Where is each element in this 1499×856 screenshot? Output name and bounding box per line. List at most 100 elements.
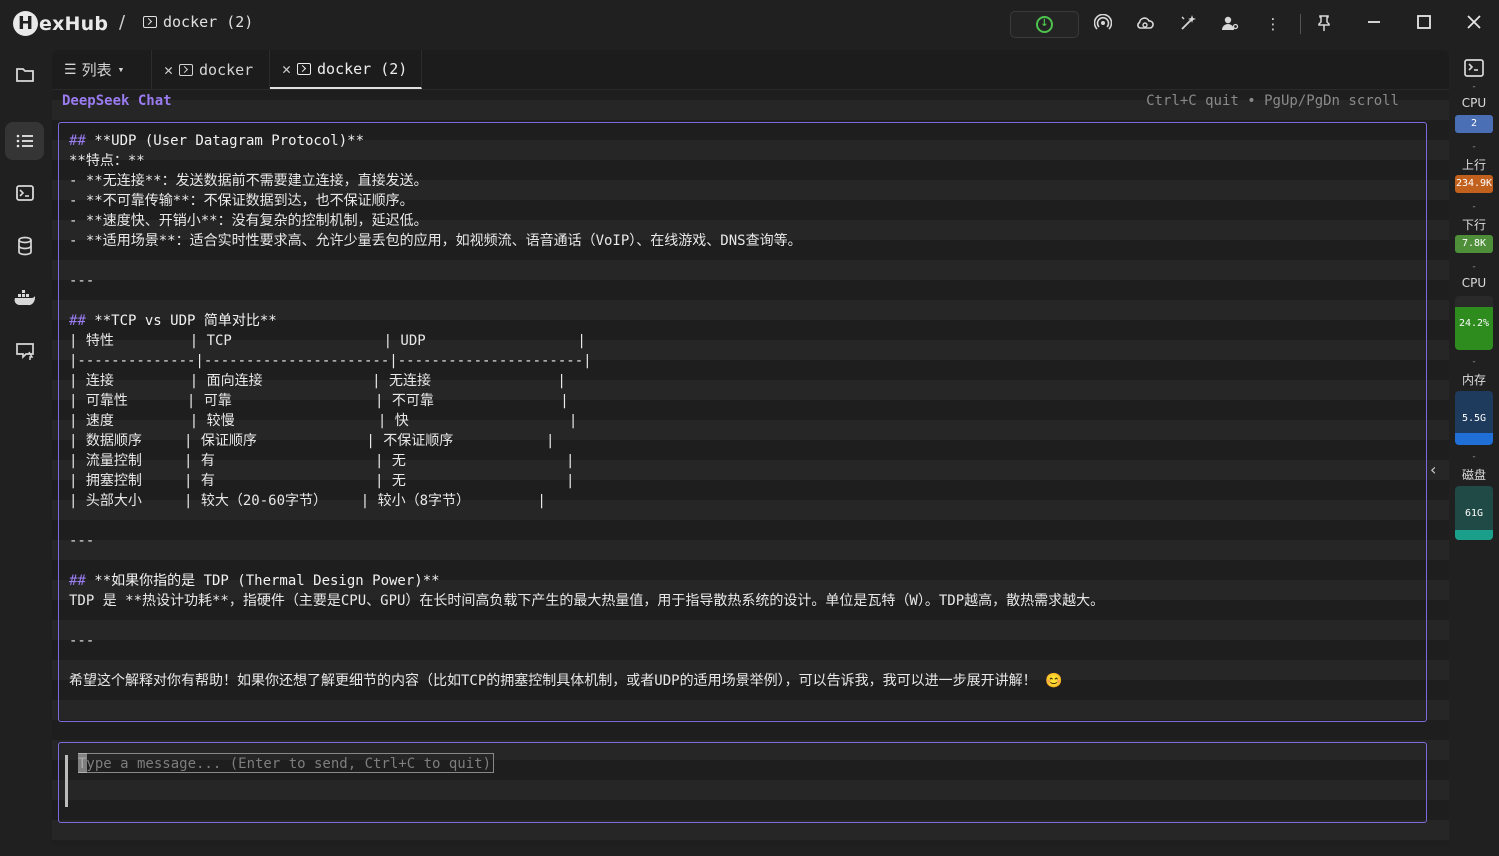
chat-line-text: **如果你指的是 TDP (Thermal Design Power)** (85, 573, 440, 589)
chat-line-text: | 头部大小 | 较大（20-60字节） | 较小（8字节） | (69, 493, 546, 509)
tab-bar: ☰ 列表 ▾ ✕ docker ✕ docker (2) (52, 50, 1449, 90)
cloud-sync-icon[interactable] (1135, 14, 1155, 34)
cpu-usage-meter: 24.2% (1455, 296, 1493, 350)
logo-mark: H (13, 11, 38, 36)
chat-line-text: | 速度 | 较慢 | 快 | (69, 413, 578, 429)
chat-line: 希望这个解释对你有帮助！如果你还想了解更细节的内容（比如TCP的拥塞控制具体机制… (69, 671, 1062, 691)
text-cursor (78, 753, 87, 773)
collapse-sidebar-chevron-icon[interactable]: ‹ (1430, 460, 1436, 479)
main-panel: ☰ 列表 ▾ ✕ docker ✕ docker (2) DeepSeek Ch… (52, 50, 1449, 846)
download-update-icon: ↓ (1036, 16, 1053, 33)
upload-badge: 234.9K (1455, 175, 1493, 193)
chat-line: --- (69, 631, 94, 651)
chat-line-text: **特点：** (69, 153, 145, 169)
cpu-cores-label: CPU (1461, 96, 1487, 110)
cpu-usage-value: 24.2% (1458, 317, 1490, 329)
terminal-icon[interactable] (5, 174, 44, 212)
terminal-row-stripe (52, 820, 1449, 840)
terminal-icon[interactable] (1464, 59, 1484, 81)
chat-line: | 连接 | 面向连接 | 无连接 | (69, 371, 566, 391)
download-label: 下行 (1461, 218, 1486, 232)
chat-line-text: | 拥塞控制 | 有 | 无 | (69, 473, 575, 489)
chat-heading-line: ## **如果你指的是 TDP (Thermal Design Power)** (69, 571, 440, 591)
close-window-button[interactable] (1462, 12, 1486, 36)
stat-divider: - (1472, 452, 1476, 462)
cpu-usage-label: CPU (1461, 276, 1487, 290)
terminal-view[interactable]: DeepSeek Chat Ctrl+C quit • PgUp/PgDn sc… (52, 90, 1449, 846)
maximize-button[interactable] (1412, 12, 1436, 36)
list-icon[interactable] (5, 122, 44, 160)
stat-divider: - (1472, 357, 1476, 367)
chat-line: --- (69, 271, 94, 291)
upload-label: 上行 (1461, 158, 1486, 172)
chat-line: | 速度 | 较慢 | 快 | (69, 411, 577, 431)
key-hint: Ctrl+C quit • PgUp/PgDn scroll (1146, 93, 1399, 109)
titlebar-divider (1300, 14, 1301, 34)
cpu-cores-badge: 2 (1455, 115, 1493, 133)
memory-value: 5.5G (1461, 412, 1487, 424)
logo-text: exHub (39, 12, 109, 35)
input-placeholder: Type a message... (Enter to send, Ctrl+C… (78, 753, 495, 773)
disk-label: 磁盘 (1461, 468, 1486, 482)
chat-line: |--------------|----------------------|-… (69, 351, 592, 371)
terminal-icon (297, 62, 312, 75)
message-input[interactable]: Type a message... (Enter to send, Ctrl+C… (58, 742, 1427, 823)
database-icon[interactable] (5, 227, 44, 265)
tab-list[interactable]: ☰ 列表 ▾ (52, 50, 152, 89)
disk-value: 61G (1464, 507, 1484, 519)
chat-line: **特点：** (69, 151, 145, 171)
markdown-hash: ## (69, 313, 86, 329)
chat-line-text: - **速度快、开销小**：没有复杂的控制机制，延迟低。 (69, 213, 428, 229)
close-tab-icon[interactable]: ✕ (164, 61, 173, 79)
app-logo[interactable]: H exHub (13, 11, 108, 36)
chat-line: - **速度快、开销小**：没有复杂的控制机制，延迟低。 (69, 211, 428, 231)
minimize-button[interactable] (1362, 12, 1386, 36)
more-vertical-icon[interactable]: ⋮ (1263, 14, 1283, 34)
tab-list-label: 列表 (81, 61, 112, 79)
broadcast-icon[interactable] (1093, 13, 1113, 34)
stat-divider: - (1472, 82, 1476, 92)
chat-line: | 流量控制 | 有 | 无 | (69, 451, 574, 471)
chevron-down-icon[interactable]: ▾ (118, 63, 125, 76)
magic-wand-icon[interactable] (1178, 14, 1198, 34)
breadcrumb-current[interactable]: docker (2) (143, 13, 253, 31)
left-sidebar (0, 50, 50, 856)
download-badge: 7.8K (1455, 235, 1493, 253)
tab-docker[interactable]: ✕ docker (152, 50, 270, 89)
tab-docker-2[interactable]: ✕ docker (2) (270, 50, 422, 89)
chat-line-text: | 可靠性 | 可靠 | 不可靠 | (69, 393, 569, 409)
markdown-hash: ## (69, 133, 86, 149)
chat-line: | 特性 | TCP | UDP | (69, 331, 586, 351)
pin-icon[interactable] (1314, 14, 1334, 34)
user-settings-icon[interactable] (1220, 14, 1240, 34)
chat-line: - **适用场景**：适合实时性要求高、允许少量丢包的应用，如视频流、语音通话（… (69, 231, 802, 251)
chat-line-text: | 数据顺序 | 保证顺序 | 不保证顺序 | (69, 433, 555, 449)
chat-line-text: --- (69, 533, 95, 549)
chat-line-text: - **适用场景**：适合实时性要求高、允许少量丢包的应用，如视频流、语音通话（… (69, 233, 802, 249)
folder-icon[interactable] (5, 56, 44, 94)
list-icon: ☰ (64, 61, 77, 78)
chat-output[interactable]: ## **UDP (User Datagram Protocol)** **特点：… (58, 122, 1427, 722)
chat-line-text: | 连接 | 面向连接 | 无连接 | (69, 373, 566, 389)
chat-line-text: TDP 是 **热设计功耗**，指硬件（主要是CPU、GPU）在长时间高负载下产… (69, 593, 1105, 609)
update-button[interactable]: ↓ (1010, 11, 1079, 38)
chat-line-text: | 流量控制 | 有 | 无 | (69, 453, 575, 469)
chat-heading-line: ## **TCP vs UDP 简单对比** (69, 311, 277, 331)
terminal-icon (179, 63, 194, 76)
docker-icon[interactable] (5, 279, 44, 317)
chat-line: - **无连接**：发送数据前不需要建立连接，直接发送。 (69, 171, 428, 191)
chat-line-text: |--------------|----------------------|-… (69, 353, 592, 369)
chat-title: DeepSeek Chat (62, 93, 172, 109)
stat-divider: - (1472, 202, 1476, 212)
remote-desktop-icon[interactable] (5, 332, 44, 370)
chat-line: | 数据顺序 | 保证顺序 | 不保证顺序 | (69, 431, 554, 451)
stat-divider: - (1472, 262, 1476, 272)
tab-docker-label: docker (199, 60, 254, 79)
tab-docker-2-label: docker (2) (317, 59, 408, 78)
memory-label: 内存 (1461, 373, 1486, 387)
breadcrumb-current-label: docker (2) (163, 13, 254, 31)
input-gutter (65, 755, 69, 807)
disk-meter: 61G (1455, 486, 1493, 540)
chat-line-text: - **不可靠传输**：不保证数据到达，也不保证顺序。 (69, 193, 414, 209)
close-tab-icon[interactable]: ✕ (282, 60, 291, 78)
